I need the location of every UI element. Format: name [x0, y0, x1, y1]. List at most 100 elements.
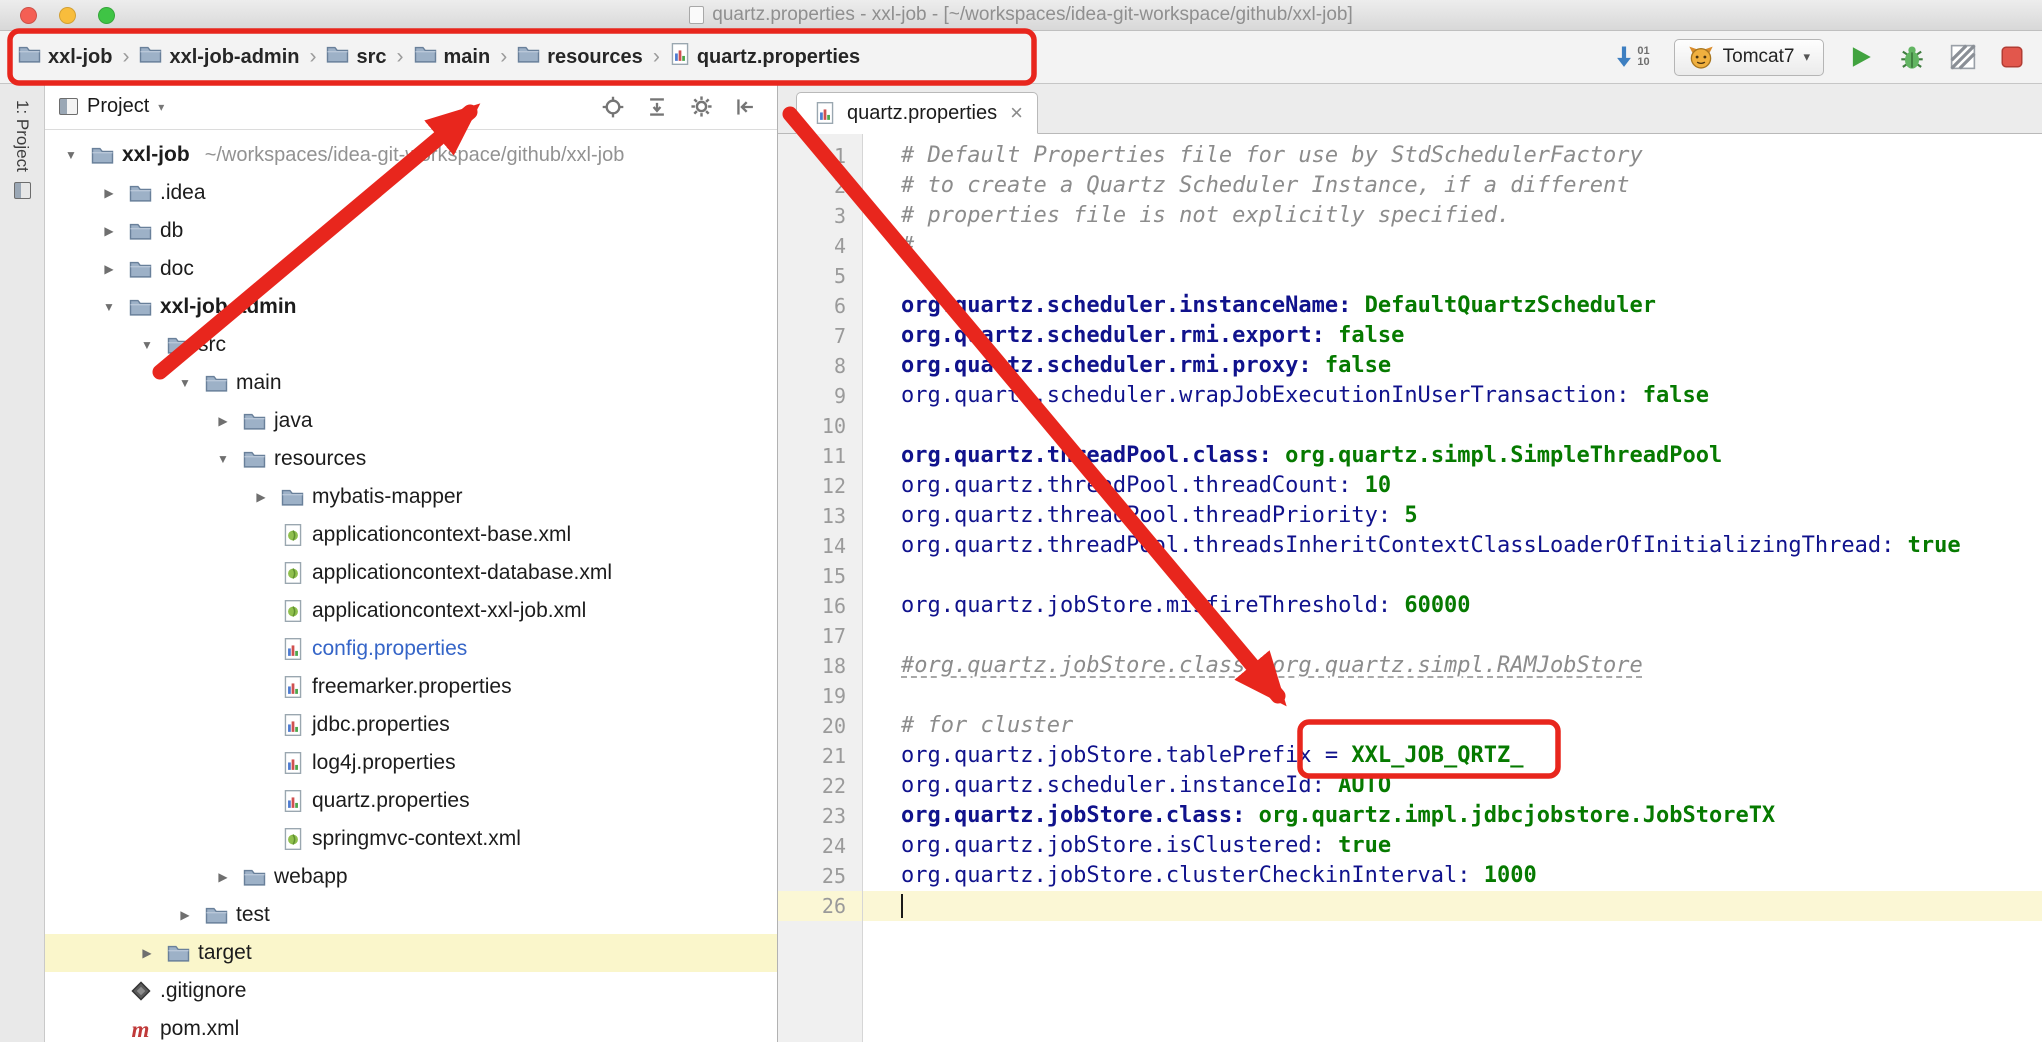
breadcrumb-item-src[interactable]: src [326, 44, 386, 70]
breadcrumb-item-quartz-properties[interactable]: quartz.properties [670, 43, 860, 71]
code-line-5[interactable] [863, 261, 2042, 291]
tree-row-freemarker-properties[interactable]: freemarker.properties [45, 668, 777, 706]
collapse-expand-button[interactable] [646, 96, 668, 118]
tree-row-webapp[interactable]: ▶webapp [45, 858, 777, 896]
code-line-26[interactable] [863, 891, 2042, 921]
tree-row-mybatis-mapper[interactable]: ▶mybatis-mapper [45, 478, 777, 516]
tree-row--idea[interactable]: ▶.idea [45, 174, 777, 212]
tree-row-doc[interactable]: ▶doc [45, 250, 777, 288]
code-token: org.quartz.scheduler.instanceId: [901, 773, 1325, 798]
tree-row-src[interactable]: ▼src [45, 326, 777, 364]
code-line-13[interactable]: org.quartz.threadPool.threadPriority: 5 [863, 501, 2042, 531]
code-line-10[interactable] [863, 411, 2042, 441]
tree-row-jdbc-properties[interactable]: jdbc.properties [45, 706, 777, 744]
tree-expand-arrow[interactable]: ▶ [249, 490, 273, 504]
settings-button[interactable] [690, 95, 713, 118]
folder-icon [139, 44, 162, 70]
tree-expand-arrow[interactable]: ▶ [135, 946, 159, 960]
line-number-9: 9 [778, 381, 862, 411]
tree-row-applicationcontext-database-xml[interactable]: applicationcontext-database.xml [45, 554, 777, 592]
tree-row-xxl-job[interactable]: ▼xxl-job~/workspaces/idea-git-workspace/… [45, 136, 777, 174]
code-token: AUTO [1325, 773, 1391, 798]
tree-row-xxl-job-admin[interactable]: ▼xxl-job-admin [45, 288, 777, 326]
code-line-20[interactable]: # for cluster [863, 711, 2042, 741]
code-line-21[interactable]: org.quartz.jobStore.tablePrefix = XXL_JO… [863, 741, 2042, 771]
close-window-button[interactable] [20, 7, 37, 24]
tree-row-main[interactable]: ▼main [45, 364, 777, 402]
tab-close-icon[interactable]: × [1010, 102, 1023, 124]
run-configuration-selector[interactable]: Tomcat7 ▾ [1674, 39, 1824, 76]
zoom-window-button[interactable] [98, 7, 115, 24]
code-line-7[interactable]: org.quartz.scheduler.rmi.export: false [863, 321, 2042, 351]
code-line-17[interactable] [863, 621, 2042, 651]
code-line-1[interactable]: # Default Properties file for use by Std… [863, 141, 2042, 171]
code-line-8[interactable]: org.quartz.scheduler.rmi.proxy: false [863, 351, 2042, 381]
editor-tab-quartz-properties[interactable]: quartz.properties × [796, 92, 1038, 134]
coverage-button[interactable] [1950, 44, 1976, 70]
code-line-9[interactable]: org.quartz.scheduler.wrapJobExecutionInU… [863, 381, 2042, 411]
code-line-18[interactable]: #org.quartz.jobStore.class: org.quartz.s… [863, 651, 2042, 681]
locate-icon [602, 96, 624, 118]
tree-expand-arrow[interactable]: ▼ [97, 300, 121, 314]
tree-expand-arrow[interactable]: ▶ [211, 870, 235, 884]
code-line-25[interactable]: org.quartz.jobStore.clusterCheckinInterv… [863, 861, 2042, 891]
tree-row-resources[interactable]: ▼resources [45, 440, 777, 478]
folder-icon [203, 905, 230, 925]
code-line-15[interactable] [863, 561, 2042, 591]
tree-row-applicationcontext-xxl-job-xml[interactable]: applicationcontext-xxl-job.xml [45, 592, 777, 630]
code-line-11[interactable]: org.quartz.threadPool.class: org.quartz.… [863, 441, 2042, 471]
tree-expand-arrow[interactable]: ▼ [59, 148, 83, 162]
tree-expand-arrow[interactable]: ▼ [135, 338, 159, 352]
tree-expand-arrow[interactable]: ▶ [173, 908, 197, 922]
tree-expand-arrow[interactable]: ▼ [173, 376, 197, 390]
stop-button[interactable] [2000, 45, 2024, 69]
tree-row--gitignore[interactable]: .gitignore [45, 972, 777, 1010]
minimize-window-button[interactable] [59, 7, 76, 24]
tree-expand-arrow[interactable]: ▼ [211, 452, 235, 466]
code-line-19[interactable] [863, 681, 2042, 711]
line-number-4: 4 [778, 231, 862, 261]
breadcrumb-item-xxl-job[interactable]: xxl-job [18, 44, 112, 70]
debug-button[interactable] [1898, 44, 1926, 70]
code-line-14[interactable]: org.quartz.threadPool.threadsInheritCont… [863, 531, 2042, 561]
chevron-down-icon[interactable]: ▾ [158, 100, 164, 114]
tree-expand-arrow[interactable]: ▶ [97, 186, 121, 200]
tree-row-applicationcontext-base-xml[interactable]: applicationcontext-base.xml [45, 516, 777, 554]
breadcrumb-item-resources[interactable]: resources [517, 44, 643, 70]
tree-row-target[interactable]: ▶target [45, 934, 777, 972]
project-panel-title: Project [87, 95, 149, 118]
code-line-6[interactable]: org.quartz.scheduler.instanceName: Defau… [863, 291, 2042, 321]
tree-row-pom-xml[interactable]: mpom.xml [45, 1010, 777, 1042]
tree-expand-arrow[interactable]: ▶ [211, 414, 235, 428]
code-line-4[interactable]: # [863, 231, 2042, 261]
vcs-incoming-widget[interactable]: 01 10 [1614, 45, 1649, 69]
tree-row-springmvc-context-xml[interactable]: springmvc-context.xml [45, 820, 777, 858]
folder-icon [241, 867, 268, 887]
code-token: org.quartz.jobStore.misfireThreshold: [901, 593, 1391, 618]
breadcrumb-item-main[interactable]: main [414, 44, 491, 70]
code-area[interactable]: # Default Properties file for use by Std… [863, 134, 2042, 1042]
hide-panel-button[interactable] [735, 96, 757, 118]
code-line-3[interactable]: # properties file is not explicitly spec… [863, 201, 2042, 231]
code-line-2[interactable]: # to create a Quartz Scheduler Instance,… [863, 171, 2042, 201]
breadcrumb-item-xxl-job-admin[interactable]: xxl-job-admin [139, 44, 299, 70]
tree-row-java[interactable]: ▶ java [45, 402, 777, 440]
code-line-22[interactable]: org.quartz.scheduler.instanceId: AUTO [863, 771, 2042, 801]
tree-row-quartz-properties[interactable]: quartz.properties [45, 782, 777, 820]
tree-row-log4j-properties[interactable]: log4j.properties [45, 744, 777, 782]
line-number-5: 5 [778, 261, 862, 291]
tree-expand-arrow[interactable]: ▶ [97, 224, 121, 238]
tree-row-config-properties[interactable]: config.properties [45, 630, 777, 668]
tree-row-test[interactable]: ▶test [45, 896, 777, 934]
code-line-12[interactable]: org.quartz.threadPool.threadCount: 10 [863, 471, 2042, 501]
project-stripe-button[interactable]: 1: Project [12, 100, 32, 199]
code-line-16[interactable]: org.quartz.jobStore.misfireThreshold: 60… [863, 591, 2042, 621]
tree-expand-arrow[interactable]: ▶ [97, 262, 121, 276]
run-button[interactable] [1848, 44, 1874, 70]
tree-label: java [274, 409, 313, 433]
tree-row-db[interactable]: ▶db [45, 212, 777, 250]
code-line-24[interactable]: org.quartz.jobStore.isClustered: true [863, 831, 2042, 861]
locate-button[interactable] [602, 96, 624, 118]
code-line-23[interactable]: org.quartz.jobStore.class: org.quartz.im… [863, 801, 2042, 831]
tree-label: freemarker.properties [312, 675, 512, 699]
